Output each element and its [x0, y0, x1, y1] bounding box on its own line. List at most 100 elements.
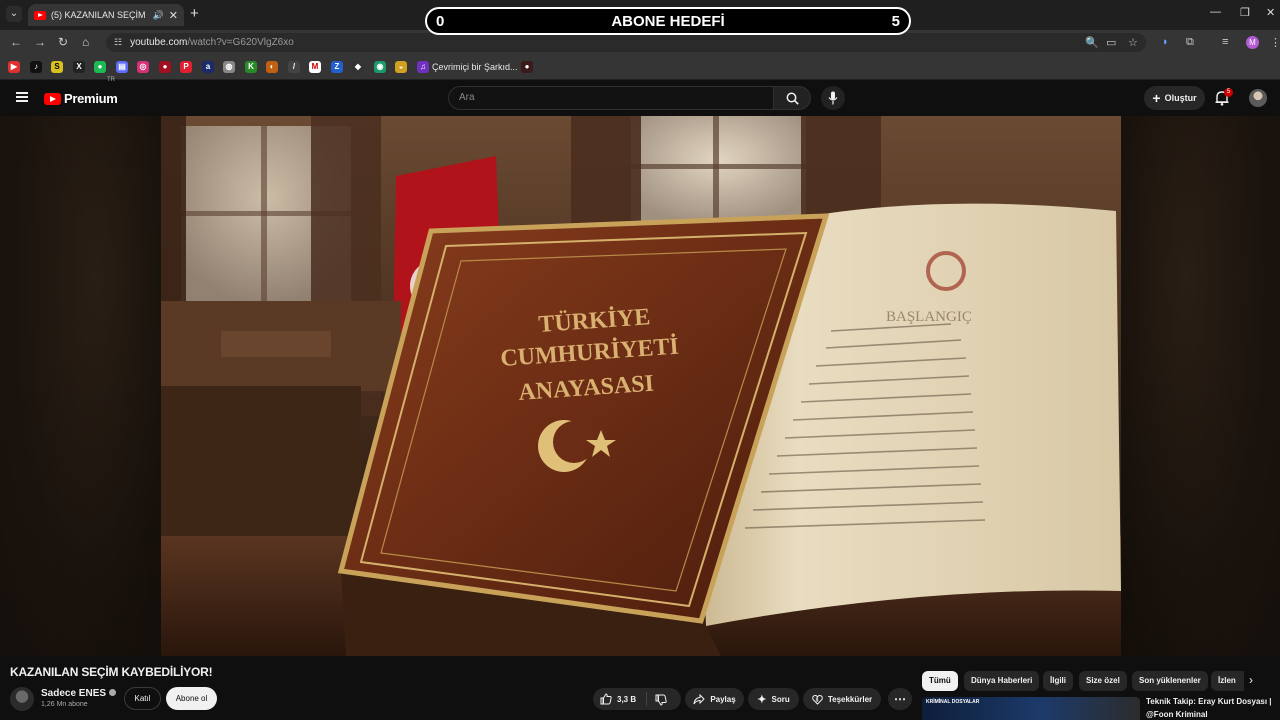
new-tab-plus-icon[interactable]: + — [190, 5, 199, 22]
subscriber-count: 1,26 Mn abone — [41, 701, 88, 708]
bookmark-s-icon[interactable]: S — [51, 61, 63, 73]
url-path: /watch?v=G620VlgZ6xo — [187, 37, 294, 48]
bookmark-yellow-icon[interactable]: ◒ — [395, 61, 407, 73]
menu-hamburger-icon[interactable] — [16, 92, 28, 102]
super-thanks-icon: $ — [812, 694, 823, 705]
recommendation-title-line-2[interactable]: @Foon Kriminal — [1146, 710, 1208, 719]
bookmark-app-icon[interactable]: ▤ — [116, 61, 128, 73]
chip-world-news[interactable]: Dünya Haberleri — [964, 671, 1040, 691]
chevron-right-icon[interactable]: › — [1249, 673, 1253, 687]
recommendation-thumbnail[interactable]: KRİMİNAL DOSYALAR — [922, 697, 1140, 720]
bookmark-amazon-icon[interactable]: a — [202, 61, 214, 73]
tab-search-chevron-icon[interactable]: ⌄ — [6, 6, 22, 22]
svg-text:$: $ — [815, 697, 818, 703]
forward-arrow-icon[interactable]: → — [34, 35, 46, 49]
subscriber-goal-overlay: 0 ABONE HEDEFİ 5 — [425, 7, 911, 35]
share-arrow-icon — [693, 693, 706, 704]
extensions-puzzle-icon[interactable]: ⧉ — [1186, 36, 1194, 49]
chip-recently-uploaded[interactable]: Son yüklenenler — [1132, 671, 1208, 691]
reading-list-icon[interactable]: ≡ — [1222, 36, 1228, 48]
create-button[interactable]: + Oluştur — [1144, 86, 1205, 110]
bookmark-spotify-icon[interactable]: ● — [94, 61, 106, 73]
home-icon[interactable]: ⌂ — [82, 35, 89, 49]
search-input[interactable]: Ara — [448, 86, 774, 110]
tab-title: (5) KAZANILAN SEÇİM KAYBEDİLİYOR! - YouT… — [51, 10, 148, 20]
browser-menu-icon[interactable]: ⋮ — [1270, 36, 1280, 49]
bookmark-slash-icon[interactable]: / — [288, 61, 300, 73]
cast-icon[interactable]: ▭ — [1106, 36, 1116, 49]
thumbnail-label: KRİMİNAL DOSYALAR — [926, 699, 980, 705]
bookmark-dark-icon[interactable]: ● — [521, 61, 533, 73]
youtube-logo[interactable]: Premium — [44, 91, 118, 106]
site-info-icon[interactable]: ☷ — [114, 37, 122, 48]
like-count[interactable]: 3,3 B — [617, 695, 636, 704]
bookmark-globe-icon[interactable]: ◍ — [223, 61, 235, 73]
chip-related[interactable]: İlgili — [1043, 671, 1073, 691]
channel-name[interactable]: Sadece ENES — [41, 688, 117, 699]
create-label: Oluştur — [1164, 93, 1197, 103]
microphone-icon — [828, 91, 838, 105]
youtube-play-icon — [44, 92, 61, 105]
profile-avatar[interactable]: M — [1246, 36, 1259, 49]
ask-button[interactable]: ✦ Soru — [748, 688, 799, 710]
bookmark-circle-icon[interactable]: ● — [159, 61, 171, 73]
bookmark-tiktok-icon[interactable]: ♪ — [30, 61, 42, 73]
share-label: Paylaş — [710, 694, 736, 704]
bookmark-instagram-icon[interactable]: ◎ — [137, 61, 149, 73]
search-button[interactable] — [773, 86, 811, 110]
voice-search-button[interactable] — [821, 86, 845, 110]
notification-count-badge: 5 — [1224, 88, 1233, 97]
url-field[interactable]: ☷ youtube.com/watch?v=G620VlgZ6xo — [106, 33, 1146, 52]
bookmark-z-icon[interactable]: Z — [331, 61, 343, 73]
subscribe-button[interactable]: Abone ol — [166, 687, 217, 710]
ambient-glow-right — [1121, 116, 1280, 656]
account-avatar[interactable] — [1249, 89, 1267, 107]
youtube-favicon-icon — [34, 10, 46, 20]
bookmark-green-icon[interactable]: ◉ — [374, 61, 386, 73]
search-icon — [786, 92, 799, 105]
recommendation-title[interactable]: Teknik Takip: Eray Kurt Dosyası | — [1146, 697, 1272, 706]
minimize-icon[interactable]: — — [1210, 6, 1221, 18]
chip-all[interactable]: Tümü — [922, 671, 958, 691]
thumbs-up-icon[interactable] — [600, 693, 612, 705]
bookmarks-bar: ▶ ♪ S X ● ▤ ◎ ● P a ◍ K ◐ / M Z ◆ ◉ ◒ ♫ … — [0, 55, 1280, 80]
thanks-button[interactable]: $ Teşekkürler — [803, 688, 881, 710]
zoom-icon[interactable]: 🔍 — [1085, 36, 1099, 49]
ambient-glow-left — [0, 116, 161, 656]
bookmark-diamond-icon[interactable]: ◆ — [352, 61, 364, 73]
bookmark-music-icon[interactable]: ♫ — [417, 61, 429, 73]
restore-icon[interactable]: ❐ — [1240, 6, 1250, 19]
video-player[interactable]: BAŞLANGIÇ TÜRKİYE CUMHURİYETİ ANAYASASI — [161, 116, 1121, 656]
speaker-icon[interactable]: 🔊 — [153, 10, 164, 21]
close-icon[interactable]: ✕ — [169, 9, 178, 22]
chip-for-you[interactable]: Size özel — [1079, 671, 1127, 691]
channel-avatar[interactable] — [10, 687, 34, 711]
thanks-label: Teşekkürler — [827, 694, 873, 704]
reload-icon[interactable]: ↻ — [58, 35, 68, 49]
bookmark-youtube-icon[interactable]: ▶ — [8, 61, 20, 73]
share-button[interactable]: Paylaş — [685, 688, 744, 710]
bookmark-label[interactable]: Çevrimiçi bir Şarkıd... — [432, 62, 518, 72]
bookmark-orange-icon[interactable]: ◐ — [266, 61, 278, 73]
channel-name-text[interactable]: Sadece ENES — [41, 688, 106, 699]
bookmark-gmail-icon[interactable]: M — [309, 61, 321, 73]
chip-watched[interactable]: İzlen — [1211, 671, 1244, 691]
bookmark-pinterest-icon[interactable]: P — [180, 61, 192, 73]
goal-title: ABONE HEDEFİ — [611, 13, 725, 30]
verified-icon — [109, 689, 117, 696]
bookmark-star-icon[interactable]: ☆ — [1128, 36, 1138, 49]
window-close-icon[interactable]: ✕ — [1266, 6, 1275, 19]
bookmark-x-icon[interactable]: X — [73, 61, 85, 73]
video-title: KAZANILAN SEÇİM KAYBEDİLİYOR! — [10, 665, 213, 679]
browser-tab[interactable]: (5) KAZANILAN SEÇİM KAYBEDİLİYOR! - YouT… — [28, 4, 184, 26]
sparkle-icon: ✦ — [757, 693, 767, 706]
ask-label: Soru — [771, 694, 790, 704]
thumbs-down-icon[interactable] — [655, 694, 667, 706]
like-dislike-group: 3,3 B — [593, 688, 681, 710]
bookmark-kick-icon[interactable]: K — [245, 61, 257, 73]
back-arrow-icon[interactable]: ← — [10, 35, 22, 49]
video-frame-image: BAŞLANGIÇ TÜRKİYE CUMHURİYETİ ANAYASASI — [161, 116, 1121, 656]
extension-icon[interactable]: ◗ — [1162, 36, 1169, 48]
join-button[interactable]: Katıl — [124, 687, 161, 710]
more-actions-icon[interactable]: ⋯ — [888, 688, 912, 710]
